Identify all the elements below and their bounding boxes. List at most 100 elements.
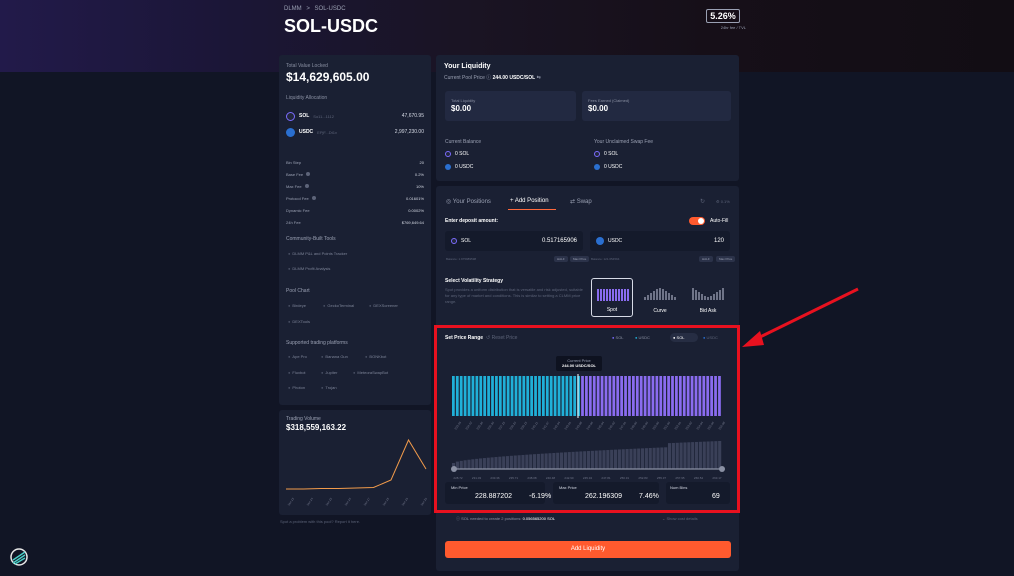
rent-note: ⓘ SOL needed to create 2 positions: 0.05… bbox=[456, 516, 555, 522]
volume-tick-label: Jan 19 bbox=[401, 497, 410, 507]
usdc-max-button[interactable]: Max Price bbox=[716, 256, 736, 262]
tool-pnl-tracker[interactable]: DLMM P&L and Points Tracker bbox=[288, 251, 347, 256]
platform-meteoraswapbot[interactable]: MeteoraSwapBot bbox=[353, 370, 388, 375]
breadcrumb-pool: SOL-USDC bbox=[314, 6, 346, 12]
unclaimed-value: 0 USDC bbox=[604, 164, 623, 170]
strategy-spot[interactable]: Spot bbox=[591, 278, 633, 317]
stat-bin-step: Bin Step 20 bbox=[286, 157, 424, 167]
auto-fill-toggle[interactable] bbox=[689, 217, 705, 225]
token-address[interactable]: So11...1112 bbox=[313, 114, 334, 119]
usdc-half-button[interactable]: HALF bbox=[699, 256, 713, 262]
token-amount: 2,997,230.00 bbox=[394, 129, 424, 135]
fees-earned-value: $0.00 bbox=[588, 104, 609, 113]
tab-your-positions[interactable]: ◎ Your Positions bbox=[446, 198, 491, 205]
swap-direction-icon[interactable]: ⇆ bbox=[537, 75, 541, 81]
your-liquidity-panel: Your Liquidity Current Pool Price ⓘ 244.… bbox=[436, 55, 739, 181]
stat-24h-fee: 24h Fee $769,649.64 bbox=[286, 217, 424, 227]
platform-ape-pro[interactable]: Ape Pro bbox=[288, 354, 306, 359]
balance-usdc: 0 USDC bbox=[445, 164, 473, 170]
auto-fill-label: Auto-Fill bbox=[710, 218, 729, 224]
info-icon[interactable]: ⓘ bbox=[486, 75, 491, 81]
info-icon[interactable] bbox=[311, 196, 316, 200]
tab-add-position[interactable]: + Add Position bbox=[510, 198, 549, 204]
chart-link-birdeye[interactable]: Birdeye bbox=[288, 303, 306, 308]
stat-label: Dynamic Fee bbox=[286, 207, 310, 213]
allocation-row-usdc: USDC EPjF...Dt1v 2,997,230.00 bbox=[286, 125, 424, 139]
page-title: SOL-USDC bbox=[284, 16, 378, 36]
sol-deposit-input[interactable]: SOL 0.517165906 bbox=[445, 231, 583, 251]
tool-profit-analysis[interactable]: DLMM Profit Analysis bbox=[288, 266, 330, 271]
platform-fluxbot[interactable]: Fluxbot bbox=[288, 370, 305, 375]
slippage-settings[interactable]: ⚙ 0.1% bbox=[716, 199, 730, 204]
stat-base-fee: Base Fee 0.2% bbox=[286, 169, 424, 179]
volume-tick-label: Jan 18 bbox=[382, 497, 391, 507]
chart-link-dexscreener[interactable]: DEXScreener bbox=[369, 303, 397, 308]
fees-earned-label: Fees Earned (Claimed) bbox=[588, 98, 630, 103]
positions-icon: ◎ bbox=[446, 199, 453, 205]
platform-banana-gun[interactable]: Banana Gun bbox=[321, 354, 347, 359]
pool-overview-panel: Total Value Locked $14,629,605.00 Liquid… bbox=[279, 55, 431, 405]
breadcrumb-dlmm[interactable]: DLMM bbox=[284, 6, 302, 12]
stat-protocol-fee: Protocol Fee 0.01601% bbox=[286, 193, 424, 203]
platform-jupiter[interactable]: Jupiter bbox=[321, 370, 337, 375]
chart-link-geckoterminal[interactable]: GeckoTerminal bbox=[323, 303, 354, 308]
spot-shape-icon bbox=[597, 289, 629, 301]
tab-label: Add Position bbox=[514, 198, 549, 204]
input-amount[interactable]: 0.517165906 bbox=[542, 238, 577, 244]
tvl-value: $14,629,605.00 bbox=[286, 70, 370, 84]
stat-label: Base Fee bbox=[286, 171, 304, 177]
rent-label: SOL needed to create 2 positions: bbox=[461, 516, 522, 521]
breadcrumb: DLMM > SOL-USDC bbox=[284, 6, 349, 12]
stat-value: 0.01601% bbox=[405, 195, 424, 201]
stat-label: 24h Fee bbox=[286, 219, 301, 225]
current-pool-price: Current Pool Price ⓘ 244.00 USDC/SOL ⇆ bbox=[444, 74, 541, 81]
add-liquidity-button[interactable]: Add Liquidity bbox=[445, 541, 731, 558]
platform-bonkbot[interactable]: BONKbot bbox=[365, 354, 386, 359]
platform-photon[interactable]: Photon bbox=[288, 385, 305, 390]
platform-trojan[interactable]: Trojan bbox=[321, 385, 336, 390]
unclaimed-sol: 0 SOL bbox=[594, 151, 618, 157]
allocation-row-sol: SOL So11...1112 47,670.95 bbox=[286, 109, 424, 123]
strategy-title: Select Volatility Strategy bbox=[445, 278, 503, 284]
usdc-token-icon bbox=[445, 164, 451, 170]
strategy-curve[interactable]: Curve bbox=[639, 278, 681, 317]
community-tools-label: Community-Built Tools bbox=[286, 236, 336, 242]
total-liquidity-label: Total Liquidity bbox=[451, 98, 476, 103]
slippage-value: 0.1% bbox=[720, 199, 730, 204]
usdc-deposit-input[interactable]: USDC 120 bbox=[590, 231, 730, 251]
info-icon[interactable] bbox=[306, 172, 311, 176]
sol-balance: Balance: 1.975989598 bbox=[446, 257, 477, 261]
info-icon[interactable] bbox=[304, 184, 309, 188]
report-link[interactable]: Spot a problem with this pool? Report it… bbox=[280, 519, 360, 524]
refresh-icon[interactable]: ↻ bbox=[700, 198, 705, 205]
usdc-balance: Balance: 121.654594 bbox=[591, 257, 620, 261]
stat-value: 20 bbox=[419, 159, 424, 165]
chart-link-dextools[interactable]: DEXTools bbox=[288, 319, 310, 324]
sol-max-button[interactable]: Max Price bbox=[570, 256, 590, 262]
tab-label: Your Positions bbox=[452, 199, 491, 205]
sol-token-icon bbox=[594, 151, 600, 157]
sol-token-icon bbox=[286, 111, 295, 121]
volume-tick-label: Jan 15 bbox=[325, 497, 334, 507]
unclaimed-value: 0 SOL bbox=[604, 151, 619, 157]
strategy-name: Spot bbox=[606, 307, 618, 313]
input-amount[interactable]: 120 bbox=[714, 238, 724, 244]
volume-tick-label: Jan 17 bbox=[363, 497, 372, 507]
allocation-label: Liquidity Allocation bbox=[286, 95, 328, 101]
stat-label: Protocol Fee bbox=[286, 195, 309, 201]
active-tab-indicator bbox=[508, 209, 556, 210]
tab-swap[interactable]: ⇄ Swap bbox=[570, 198, 592, 205]
price-label: Current Pool Price bbox=[444, 75, 485, 81]
input-token-symbol: USDC bbox=[608, 238, 623, 244]
sol-half-button[interactable]: HALF bbox=[554, 256, 568, 262]
stat-value: 10% bbox=[415, 183, 424, 189]
strategy-bid-ask[interactable]: Bid Ask bbox=[687, 278, 729, 317]
swap-icon: ⇄ bbox=[570, 199, 577, 205]
token-address[interactable]: EPjF...Dt1v bbox=[317, 130, 337, 135]
breadcrumb-separator: > bbox=[306, 6, 310, 12]
stat-label: Bin Step bbox=[286, 159, 302, 165]
stat-value: 0.0002% bbox=[408, 207, 424, 213]
volume-tick-label: Jan 14 bbox=[306, 497, 315, 507]
show-cost-details[interactable]: ⌄ Show cost details bbox=[662, 516, 698, 521]
token-amount: 47,670.95 bbox=[401, 113, 424, 119]
